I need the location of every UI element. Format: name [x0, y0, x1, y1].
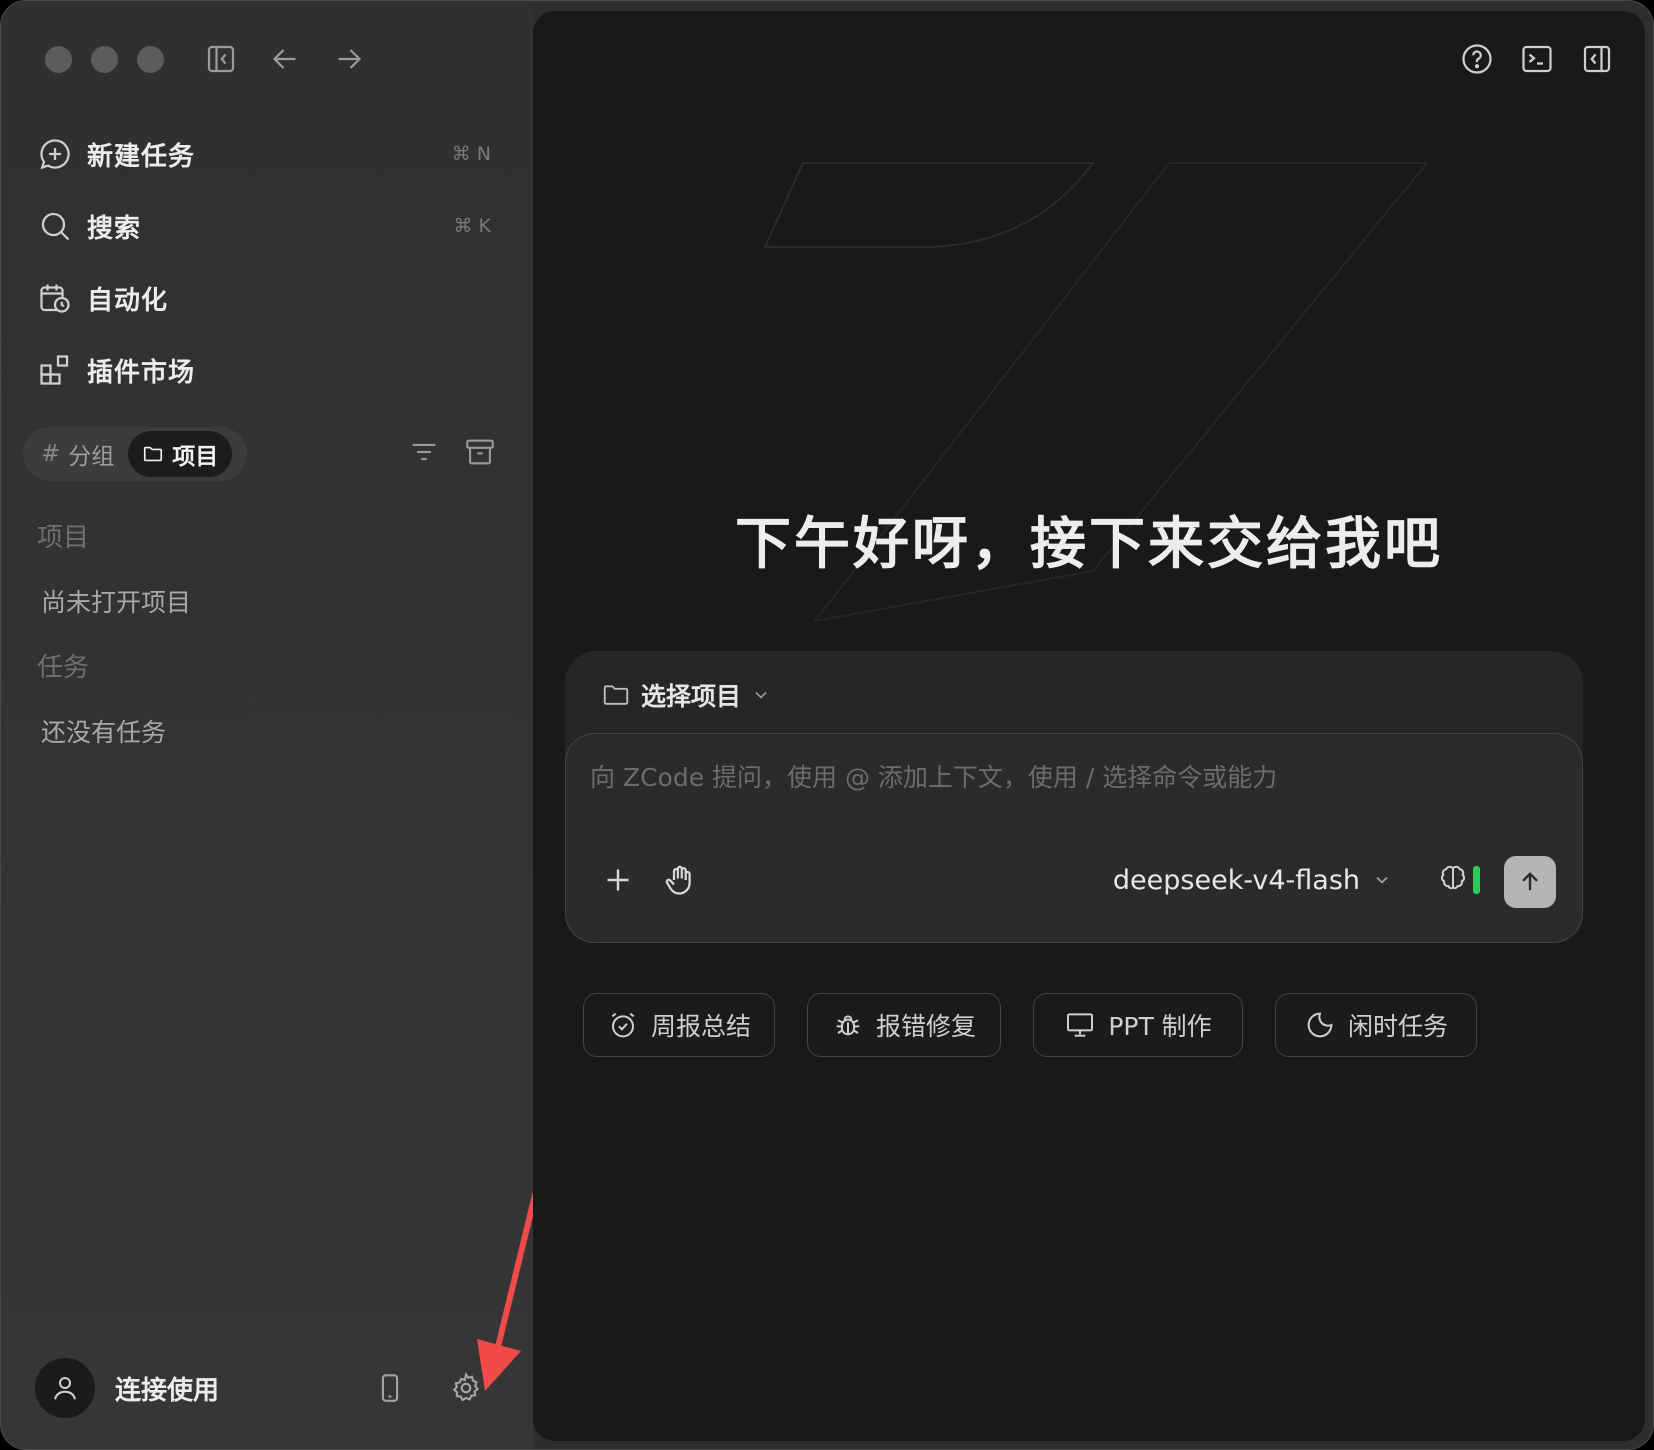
back-arrow-icon[interactable] [267, 41, 303, 77]
toggle-sidebar-icon[interactable] [203, 41, 239, 77]
moon-icon [1307, 1012, 1333, 1038]
nav-label: 自动化 [87, 285, 169, 316]
add-attachment-icon[interactable] [600, 862, 636, 898]
prompt-input-box: deepseek-v4-flash [565, 733, 1583, 943]
forward-arrow-icon[interactable] [331, 41, 367, 77]
user-icon [54, 1377, 76, 1400]
hand-stop-icon[interactable] [662, 862, 698, 898]
greeting-title: 下午好呀，接下来交给我吧 [735, 512, 1443, 577]
alarm-clock-icon [611, 1012, 635, 1038]
model-selector[interactable]: deepseek-v4-flash [1113, 860, 1392, 900]
help-icon[interactable] [1459, 41, 1495, 77]
connect-button[interactable]: 连接使用 [115, 1370, 219, 1407]
avatar[interactable] [35, 1358, 95, 1418]
plugin-grid-icon [37, 352, 73, 388]
presentation-icon [1067, 1013, 1094, 1037]
nav-search[interactable]: 搜索 ⌘ K [33, 198, 503, 254]
terminal-icon[interactable] [1519, 41, 1555, 77]
brain-icon[interactable] [1436, 862, 1470, 896]
project-select-dropdown[interactable]: 选择项目 [601, 673, 771, 717]
minimize-window-button[interactable] [91, 46, 118, 73]
suggestion-weekly-report[interactable]: 周报总结 [583, 993, 775, 1057]
chevron-down-icon [1376, 876, 1388, 884]
projects-empty-text: 尚未打开项目 [41, 588, 192, 617]
gear-icon[interactable] [449, 1371, 483, 1405]
context-usage-indicator [1473, 866, 1480, 894]
segment-group[interactable]: # 分组 [27, 431, 128, 477]
project-select-label: 选择项目 [641, 682, 742, 711]
top-toolbar [1459, 41, 1615, 77]
hash-icon: # [41, 441, 61, 467]
nav-new-task[interactable]: 新建任务 ⌘ N [33, 126, 503, 182]
tasks-empty-text: 还没有任务 [41, 718, 167, 747]
shortcut-hint: ⌘ K [453, 215, 492, 237]
chip-label: 闲时任务 [1347, 1012, 1448, 1041]
tasks-section-title: 任务 [37, 653, 90, 683]
mobile-device-icon[interactable] [373, 1371, 407, 1405]
window-controls [45, 46, 164, 73]
background-logo-watermark [763, 162, 1430, 623]
suggestion-idle-task[interactable]: 闲时任务 [1275, 993, 1477, 1057]
nav-plugin-market[interactable]: 插件市场 [33, 342, 503, 398]
view-segment-control: # 分组 项目 [23, 427, 247, 481]
bug-icon [836, 1015, 860, 1036]
new-task-icon [37, 136, 73, 172]
shortcut-hint: ⌘ N [451, 143, 491, 165]
folder-icon [603, 685, 629, 705]
model-name: deepseek-v4-flash [1112, 864, 1360, 896]
nav-label: 搜索 [87, 213, 142, 244]
projects-section-title: 项目 [37, 523, 90, 553]
prompt-input[interactable] [590, 758, 1550, 828]
chip-label: 周报总结 [650, 1012, 751, 1041]
search-icon [37, 208, 73, 244]
sidebar: 新建任务 ⌘ N 搜索 ⌘ K 自动化 插件市场 # 分组 项目 项目 尚未打开… [1, 1, 533, 1449]
chevron-down-icon [755, 691, 767, 699]
calendar-clock-icon [37, 280, 73, 316]
main-panel: 下午好呀，接下来交给我吧 选择项目 deepseek-v4-flash [533, 11, 1645, 1441]
suggestion-ppt[interactable]: PPT 制作 [1033, 993, 1243, 1057]
archive-icon[interactable] [463, 435, 497, 469]
app-window: 新建任务 ⌘ N 搜索 ⌘ K 自动化 插件市场 # 分组 项目 项目 尚未打开… [0, 0, 1654, 1450]
nav-label: 新建任务 [87, 141, 196, 172]
chip-label: 报错修复 [875, 1012, 976, 1041]
nav-label: 插件市场 [87, 357, 196, 388]
filter-icon[interactable] [407, 435, 441, 469]
segment-project[interactable]: 项目 [128, 431, 233, 477]
close-window-button[interactable] [45, 46, 72, 73]
arrow-up-icon [1522, 872, 1538, 891]
segment-project-label: 项目 [172, 444, 219, 470]
toggle-right-panel-icon[interactable] [1579, 41, 1615, 77]
nav-automation[interactable]: 自动化 [33, 270, 503, 326]
chip-label: PPT 制作 [1108, 1012, 1212, 1041]
composer: 选择项目 deepseek-v4-flash [565, 651, 1583, 943]
segment-group-label: 分组 [68, 444, 115, 470]
send-button[interactable] [1504, 856, 1556, 908]
maximize-window-button[interactable] [137, 46, 164, 73]
account-bar: 连接使用 [35, 1357, 219, 1419]
suggestion-bug-fix[interactable]: 报错修复 [807, 993, 1001, 1057]
folder-icon [144, 446, 163, 462]
